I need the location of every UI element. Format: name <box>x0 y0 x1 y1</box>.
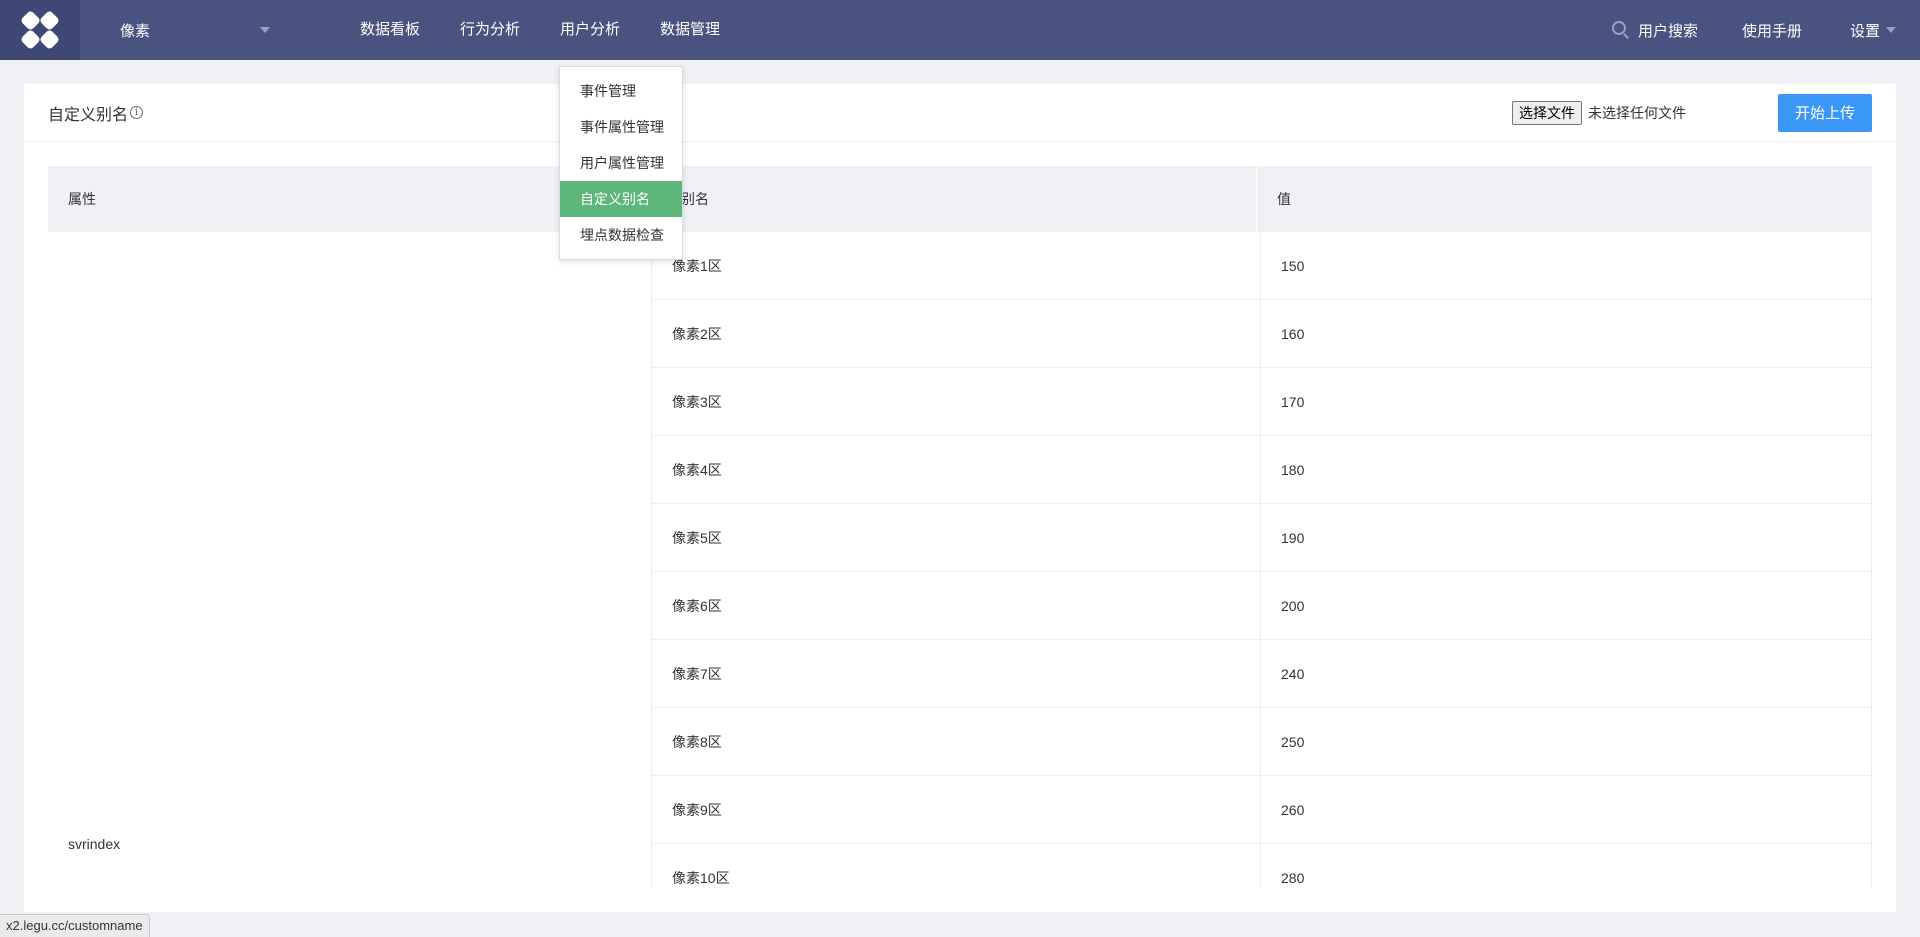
table-row: 像素6区 200 <box>652 572 1872 640</box>
nav-behavior-analysis[interactable]: 行为分析 <box>440 0 540 60</box>
property-name: svrindex <box>68 836 121 852</box>
custom-alias-panel: 自定义别名 i 选择文件 未选择任何文件 开始上传 属性 别名 值 svrind… <box>24 84 1896 912</box>
choose-file-button[interactable]: 选择文件 <box>1512 100 1582 125</box>
project-selector[interactable]: 像素 <box>80 0 310 60</box>
menu-item-custom-alias[interactable]: 自定义别名 <box>560 181 682 217</box>
table-row: 像素8区 250 <box>652 708 1872 776</box>
table-row: 像素10区 280 <box>652 844 1872 888</box>
project-name: 像素 <box>120 22 151 40</box>
alias-cell: 像素5区 <box>652 504 1261 571</box>
status-bar-url: x2.legu.cc/customname <box>0 914 150 937</box>
value-cell: 190 <box>1261 504 1872 571</box>
menu-item-event-management[interactable]: 事件管理 <box>560 73 682 109</box>
alias-cell: 像素7区 <box>652 640 1261 707</box>
start-upload-button[interactable]: 开始上传 <box>1778 93 1872 132</box>
alias-cell: 像素3区 <box>652 368 1261 435</box>
value-cell: 160 <box>1261 300 1872 367</box>
nav-user-analysis[interactable]: 用户分析 <box>540 0 640 60</box>
alias-table: 属性 别名 值 svrindex 像素1区 150 像素2区 160 像素3区 170… <box>48 166 1872 888</box>
table-row: 像素2区 160 <box>652 300 1872 368</box>
file-status: 未选择任何文件 <box>1588 104 1686 121</box>
property-cell: svrindex <box>48 232 652 888</box>
value-cell: 180 <box>1261 436 1872 503</box>
settings-menu[interactable]: 设置 <box>1826 20 1920 41</box>
alias-cell: 像素6区 <box>652 572 1261 639</box>
user-manual-link[interactable]: 使用手册 <box>1718 20 1826 41</box>
alias-cell: 像素1区 <box>652 232 1261 299</box>
main-nav: 数据看板 行为分析 用户分析 数据管理 <box>340 0 740 60</box>
column-header-value: 值 <box>1256 166 1872 232</box>
page-title: 自定义别名 i <box>48 101 144 125</box>
nav-data-management[interactable]: 数据管理 <box>640 0 740 60</box>
value-cell: 260 <box>1261 776 1872 843</box>
chevron-down-icon <box>260 27 270 33</box>
table-row: 像素7区 240 <box>652 640 1872 708</box>
alias-cell: 像素9区 <box>652 776 1261 843</box>
user-search-label: 用户搜索 <box>1637 22 1698 40</box>
value-cell: 200 <box>1261 572 1872 639</box>
alias-rows: 像素1区 150 像素2区 160 像素3区 170 像素4区 180 像素5区 190 … <box>652 232 1872 888</box>
alias-cell: 像素2区 <box>652 300 1261 367</box>
value-cell: 170 <box>1261 368 1872 435</box>
menu-item-event-property-management[interactable]: 事件属性管理 <box>560 109 682 145</box>
table-row: 像素3区 170 <box>652 368 1872 436</box>
alias-cell: 像素8区 <box>652 708 1261 775</box>
page-title-text: 自定义别名 <box>48 106 129 124</box>
panel-header: 自定义别名 i 选择文件 未选择任何文件 开始上传 <box>24 84 1896 142</box>
table-row: 像素1区 150 <box>652 232 1872 300</box>
search-icon <box>1611 21 1630 39</box>
alias-cell: 像素10区 <box>652 844 1261 888</box>
logo[interactable] <box>0 0 80 60</box>
four-diamond-logo-icon <box>21 11 59 49</box>
data-management-dropdown: 事件管理 事件属性管理 用户属性管理 自定义别名 埋点数据检查 <box>559 66 683 260</box>
menu-item-user-property-management[interactable]: 用户属性管理 <box>560 145 682 181</box>
table-row: 像素9区 260 <box>652 776 1872 844</box>
column-header-alias: 别名 <box>652 166 1256 232</box>
settings-label: 设置 <box>1849 22 1880 40</box>
value-cell: 240 <box>1261 640 1872 707</box>
value-cell: 250 <box>1261 708 1872 775</box>
value-cell: 150 <box>1261 232 1872 299</box>
chevron-down-icon <box>1886 27 1896 33</box>
alias-cell: 像素4区 <box>652 436 1261 503</box>
info-icon[interactable]: i <box>130 106 144 119</box>
table-header: 属性 别名 值 <box>48 166 1872 232</box>
top-navigation-bar: 像素 数据看板 行为分析 用户分析 数据管理 用户搜索 使用手册 设置 <box>0 0 1920 60</box>
table-body: svrindex 像素1区 150 像素2区 160 像素3区 170 像素4区 180… <box>48 232 1872 888</box>
table-row: 像素4区 180 <box>652 436 1872 504</box>
nav-dashboard[interactable]: 数据看板 <box>340 0 440 60</box>
table-row: 像素5区 190 <box>652 504 1872 572</box>
user-search-link[interactable]: 用户搜索 <box>1588 20 1718 41</box>
value-cell: 280 <box>1261 844 1872 888</box>
upload-area: 选择文件 未选择任何文件 开始上传 <box>1512 93 1872 132</box>
menu-item-tracking-data-check[interactable]: 埋点数据检查 <box>560 217 682 253</box>
